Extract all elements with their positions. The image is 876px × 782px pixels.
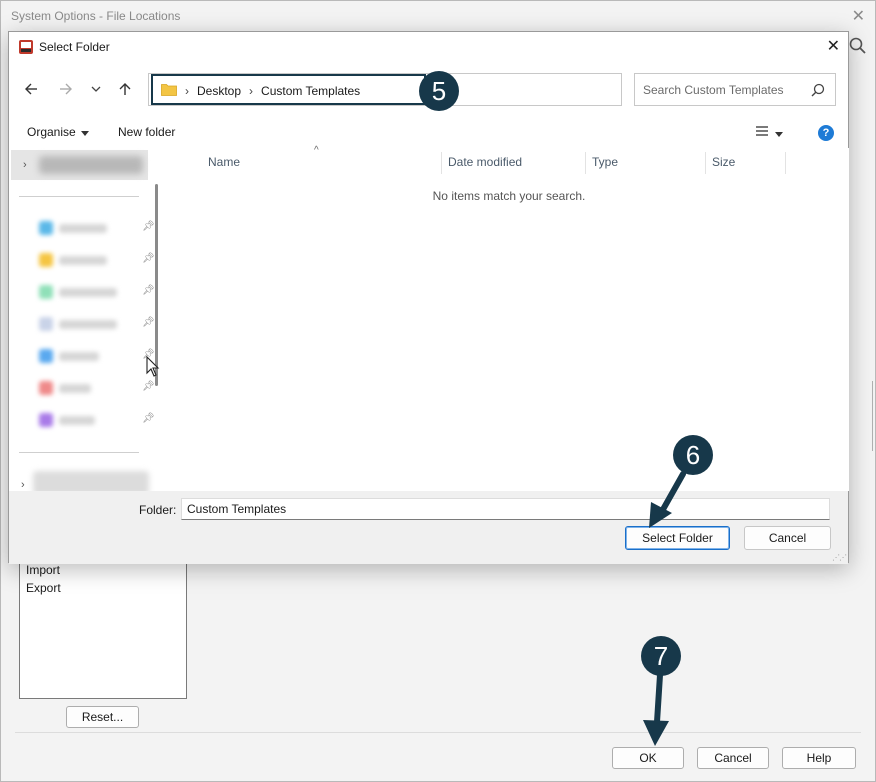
pin-icon[interactable]: 📌︎ bbox=[142, 253, 155, 264]
blurred-nav-item[interactable] bbox=[33, 471, 149, 491]
folder-icon bbox=[39, 253, 53, 267]
address-highlight[interactable]: › Desktop › Custom Templates bbox=[151, 74, 426, 105]
column-type[interactable]: Type bbox=[586, 154, 705, 174]
dialog-toolbar: Organise New folder ? bbox=[9, 119, 848, 147]
divider bbox=[19, 452, 139, 453]
blurred-label bbox=[59, 320, 117, 329]
mouse-cursor-icon bbox=[146, 355, 160, 381]
quick-access-item[interactable]: 📌︎ bbox=[29, 282, 155, 304]
close-icon[interactable]: ✕ bbox=[852, 6, 865, 26]
close-icon[interactable]: ✕ bbox=[827, 36, 840, 56]
column-date-modified[interactable]: Date modified bbox=[442, 154, 585, 174]
blurred-label bbox=[59, 256, 107, 265]
column-divider[interactable] bbox=[785, 152, 786, 174]
forward-arrow-icon[interactable] bbox=[56, 79, 76, 99]
breadcrumb: › Desktop › Custom Templates bbox=[161, 83, 360, 99]
resize-grip-icon[interactable]: ⋰⋰ bbox=[832, 553, 847, 562]
search-icon[interactable] bbox=[849, 37, 867, 58]
divider bbox=[19, 196, 139, 197]
chevron-right-icon: › bbox=[249, 84, 254, 98]
divider bbox=[15, 732, 861, 733]
blurred-label bbox=[59, 384, 91, 393]
panel-edge bbox=[872, 381, 875, 451]
navigation-pane[interactable]: › 📌︎ 📌︎ 📌︎ 📌︎ 📌︎ 📌︎ 📌︎ › bbox=[9, 148, 156, 491]
search-icon[interactable] bbox=[811, 83, 825, 100]
quick-access-item[interactable]: 📌︎ bbox=[29, 250, 155, 272]
breadcrumb-desktop[interactable]: Desktop bbox=[197, 84, 241, 98]
quick-access-item[interactable]: 📌︎ bbox=[29, 346, 155, 368]
blurred-label bbox=[59, 352, 99, 361]
search-placeholder: Search Custom Templates bbox=[643, 83, 784, 97]
pin-icon[interactable]: 📌︎ bbox=[142, 381, 155, 392]
caret-down-icon bbox=[775, 126, 783, 140]
folder-icon bbox=[161, 83, 177, 99]
caret-down-icon bbox=[80, 125, 89, 139]
pin-icon[interactable]: 📌︎ bbox=[142, 413, 155, 424]
search-input[interactable]: Search Custom Templates bbox=[634, 73, 836, 106]
chevron-right-icon: › bbox=[185, 84, 189, 98]
up-arrow-icon[interactable] bbox=[115, 79, 135, 99]
folder-field[interactable]: Custom Templates bbox=[181, 498, 830, 520]
folder-icon bbox=[39, 381, 53, 395]
new-folder-button[interactable]: New folder bbox=[118, 125, 175, 139]
folder-label: Folder: bbox=[139, 503, 177, 517]
select-folder-button[interactable]: Select Folder bbox=[625, 526, 730, 550]
dialog-title: Select Folder bbox=[39, 40, 110, 54]
folder-icon bbox=[39, 221, 53, 235]
select-folder-dialog: Select Folder ✕ › Desktop › Custom Templ… bbox=[8, 31, 849, 564]
organise-label: Organise bbox=[27, 125, 76, 139]
quick-access-item[interactable]: 📌︎ bbox=[29, 314, 155, 336]
quick-access-item[interactable]: 📌︎ bbox=[29, 378, 155, 400]
folder-icon bbox=[39, 413, 53, 427]
app-icon bbox=[18, 39, 34, 55]
recent-chevron-down-icon[interactable] bbox=[86, 79, 106, 99]
help-button[interactable]: Help bbox=[782, 747, 856, 769]
window-title: System Options - File Locations bbox=[11, 9, 181, 23]
dialog-titlebar: Select Folder ✕ bbox=[9, 32, 848, 62]
quick-access-item[interactable]: 📌︎ bbox=[29, 218, 155, 240]
organise-menu[interactable]: Organise bbox=[27, 125, 89, 139]
step-badge-5: 5 bbox=[419, 71, 459, 111]
blurred-nav-label bbox=[39, 156, 143, 174]
list-view-icon bbox=[755, 125, 769, 140]
pin-icon[interactable]: 📌︎ bbox=[142, 317, 155, 328]
cancel-button[interactable]: Cancel bbox=[744, 526, 831, 550]
blurred-label bbox=[59, 224, 107, 233]
reset-button[interactable]: Reset... bbox=[66, 706, 139, 728]
back-arrow-icon[interactable] bbox=[21, 79, 41, 99]
breadcrumb-custom-templates[interactable]: Custom Templates bbox=[261, 84, 360, 98]
chevron-right-icon[interactable]: › bbox=[21, 479, 25, 491]
chevron-right-icon[interactable]: › bbox=[23, 159, 27, 171]
blurred-label bbox=[59, 288, 117, 297]
file-list-pane[interactable]: ^ Name Date modified Type Size No items … bbox=[166, 145, 849, 491]
nav-item-selected[interactable]: › bbox=[11, 150, 148, 180]
pin-icon[interactable]: 📌︎ bbox=[142, 221, 155, 232]
folder-icon bbox=[39, 285, 53, 299]
cancel-button[interactable]: Cancel bbox=[697, 747, 769, 769]
ok-button[interactable]: OK bbox=[612, 747, 684, 769]
view-options-button[interactable] bbox=[755, 125, 783, 140]
dialog-footer: Folder: Custom Templates Select Folder C… bbox=[9, 491, 848, 564]
column-size[interactable]: Size bbox=[706, 154, 785, 174]
empty-message: No items match your search. bbox=[432, 189, 586, 203]
folder-icon bbox=[39, 349, 53, 363]
help-icon[interactable]: ? bbox=[818, 125, 834, 141]
step-badge-6: 6 bbox=[673, 435, 713, 475]
blurred-label bbox=[59, 416, 95, 425]
list-item[interactable]: Export bbox=[26, 579, 186, 597]
options-list[interactable]: Import Export bbox=[19, 546, 187, 699]
step-badge-7: 7 bbox=[641, 636, 681, 676]
folder-icon bbox=[39, 317, 53, 331]
column-name[interactable]: Name bbox=[202, 154, 442, 174]
pin-icon[interactable]: 📌︎ bbox=[142, 285, 155, 296]
quick-access-item[interactable]: 📌︎ bbox=[29, 410, 155, 432]
